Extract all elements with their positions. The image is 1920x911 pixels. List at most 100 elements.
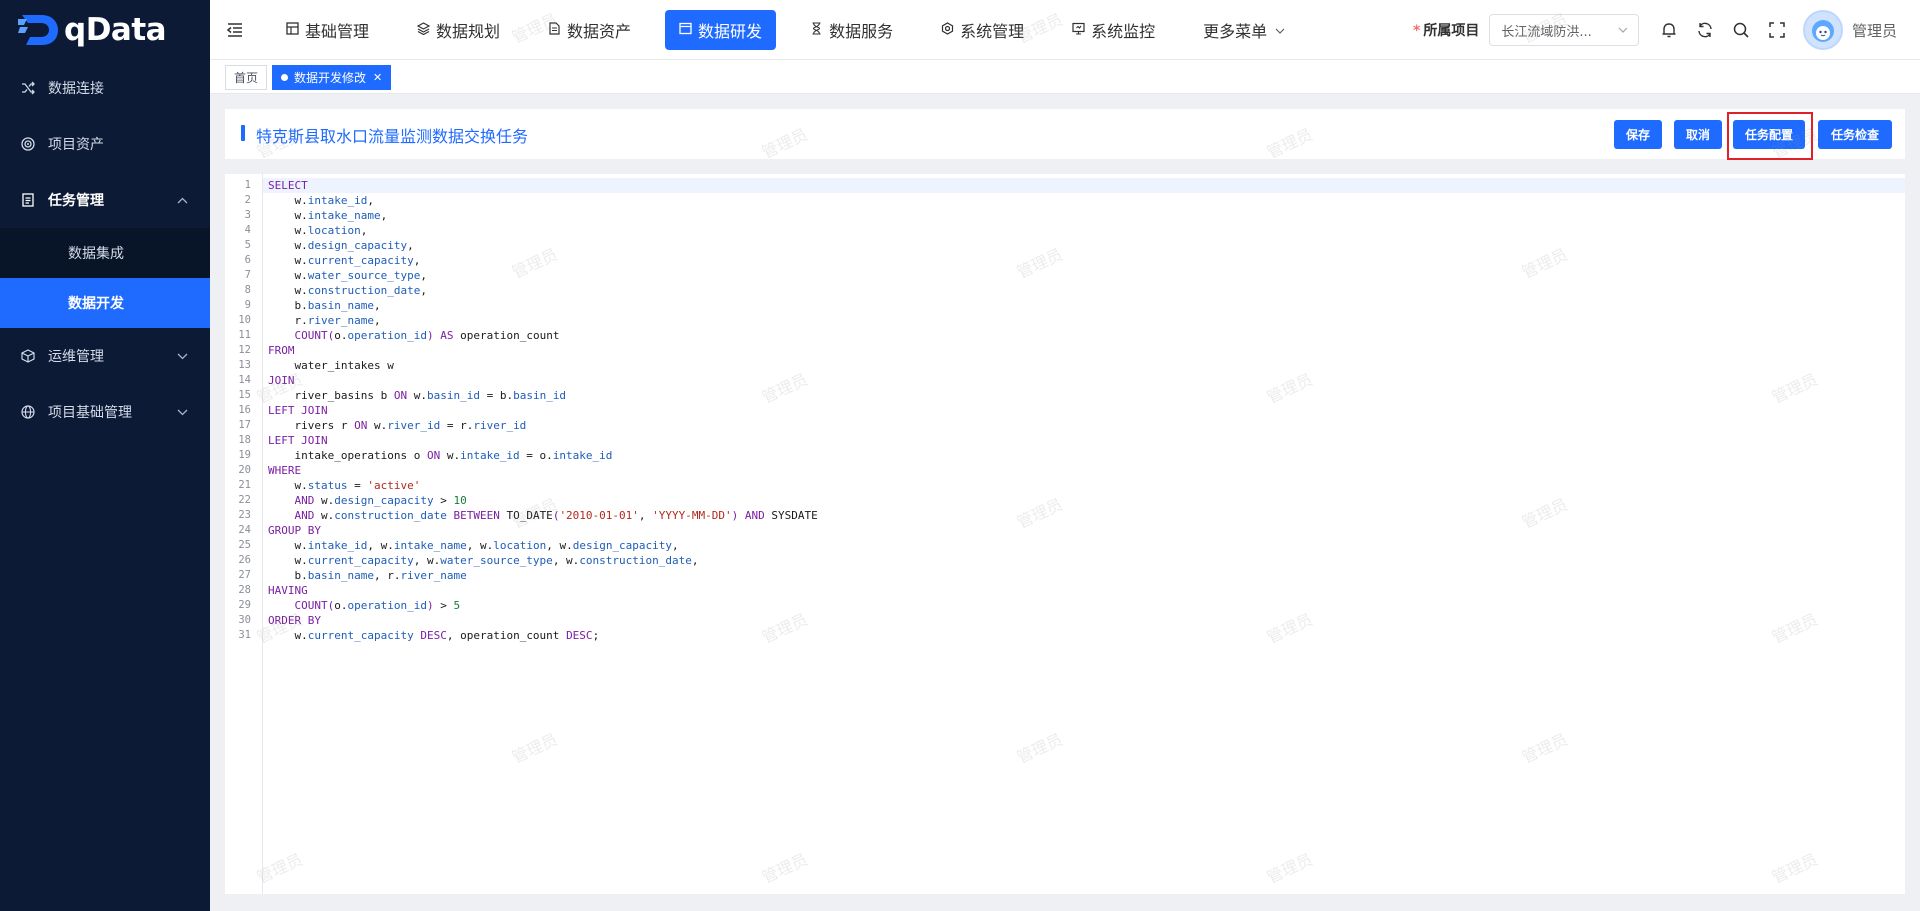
code-lines[interactable]: 1 SELECT 2 w.intake_id, 3 w.intake_name, 4 w… <box>225 178 818 643</box>
code-line[interactable]: 14 JOIN <box>225 373 818 388</box>
refresh-icon[interactable] <box>1693 18 1717 42</box>
topbar: 基础管理 数据规划 数据资产 数据研发 数据服务 系统管理 系统监控 更多菜单 <box>210 0 1920 60</box>
code-line[interactable]: 27 b.basin_name, r.river_name <box>225 568 818 583</box>
nav-system-management[interactable]: 系统管理 <box>927 10 1038 50</box>
code-text: JOIN <box>268 374 295 387</box>
code-text: AND w.construction_date BETWEEN TO_DATE(… <box>294 509 818 522</box>
sidebar-item-data-connection[interactable]: 数据连接 <box>0 60 210 116</box>
code-line[interactable]: 13 water_intakes w <box>225 358 818 373</box>
sidebar-item-project-basics[interactable]: 项目基础管理 <box>0 384 210 440</box>
code-line[interactable]: 5 w.design_capacity, <box>225 238 818 253</box>
code-text: ORDER BY <box>268 614 321 627</box>
qdata-logo-icon <box>18 15 58 45</box>
line-number: 3 <box>244 209 251 221</box>
sidebar-item-data-development[interactable]: 数据开发 <box>0 278 210 328</box>
close-icon[interactable]: ✕ <box>373 71 382 84</box>
tag-data-dev-edit[interactable]: 数据开发修改 ✕ <box>272 65 392 90</box>
menu-collapse-icon[interactable] <box>226 21 244 39</box>
avatar[interactable] <box>1803 10 1843 50</box>
code-line[interactable]: 21 w.status = 'active' <box>225 478 818 493</box>
nav-more-menu[interactable]: 更多菜单 <box>1189 10 1299 50</box>
code-text: w.current_capacity DESC, operation_count… <box>268 629 600 642</box>
sidebar-item-task-management[interactable]: 任务管理 <box>0 172 210 228</box>
chevron-down-icon <box>1618 23 1628 36</box>
code-text: SELECT <box>268 179 308 192</box>
code-line[interactable]: 8 w.construction_date, <box>225 283 818 298</box>
code-line[interactable]: 16 LEFT JOIN <box>225 403 818 418</box>
top-nav: 基础管理 数据规划 数据资产 数据研发 数据服务 系统管理 系统监控 更多菜单 <box>272 10 1319 50</box>
cancel-button[interactable]: 取消 <box>1674 120 1722 149</box>
code-line[interactable]: 24 GROUP BY <box>225 523 818 538</box>
code-line[interactable]: 30 ORDER BY <box>225 613 818 628</box>
code-line[interactable]: 22 AND w.design_capacity > 10 <box>225 493 818 508</box>
hourglass-icon <box>810 21 823 39</box>
code-line[interactable]: 31 w.current_capacity DESC, operation_co… <box>225 628 818 643</box>
code-line[interactable]: 12 FROM <box>225 343 818 358</box>
document-icon <box>20 192 36 208</box>
save-button[interactable]: 保存 <box>1614 120 1662 149</box>
nav-data-planning[interactable]: 数据规划 <box>403 10 514 50</box>
line-number: 22 <box>238 494 251 506</box>
code-line[interactable]: 3 w.intake_name, <box>225 208 818 223</box>
sql-editor[interactable]: 1 SELECT 2 w.intake_id, 3 w.intake_name, 4 w… <box>225 174 1905 894</box>
nav-label: 数据研发 <box>698 22 763 41</box>
project-select[interactable]: 长江流域防洪... <box>1489 14 1640 46</box>
code-line[interactable]: 26 w.current_capacity, w.water_source_ty… <box>225 553 818 568</box>
sidebar-item-ops-management[interactable]: 运维管理 <box>0 328 210 384</box>
code-line[interactable]: 25 w.intake_id, w.intake_name, w.locatio… <box>225 538 818 553</box>
bell-icon[interactable] <box>1657 18 1681 42</box>
code-text: COUNT(o.operation_id) AS operation_count <box>294 329 560 342</box>
sidebar-item-project-assets[interactable]: 项目资产 <box>0 116 210 172</box>
code-line[interactable]: 9 b.basin_name, <box>225 298 818 313</box>
target-icon <box>20 136 36 152</box>
line-number: 27 <box>238 569 251 581</box>
sidebar: qData 数据连接 项目资产 任务管理 数据集成 数据开发 运维管理 项目基础… <box>0 0 210 911</box>
grid-icon <box>286 21 299 39</box>
code-line[interactable]: 28 HAVING <box>225 583 818 598</box>
code-line[interactable]: 6 w.current_capacity, <box>225 253 818 268</box>
code-text: rivers r ON w.river_id = r.river_id <box>268 419 527 432</box>
fullscreen-icon[interactable] <box>1765 18 1789 42</box>
code-text: w.intake_name, <box>268 209 388 222</box>
code-line[interactable]: 10 r.river_name, <box>225 313 818 328</box>
tag-home[interactable]: 首页 <box>225 65 268 90</box>
nav-label: 系统管理 <box>960 22 1025 41</box>
line-number: 8 <box>244 284 251 296</box>
code-line[interactable]: 20 WHERE <box>225 463 818 478</box>
code-line[interactable]: 17 rivers r ON w.river_id = r.river_id <box>225 418 818 433</box>
username[interactable]: 管理员 <box>1852 20 1897 41</box>
task-management-submenu: 数据集成 数据开发 <box>0 228 210 328</box>
nav-system-monitor[interactable]: 系统监控 <box>1058 10 1169 50</box>
code-line[interactable]: 7 w.water_source_type, <box>225 268 818 283</box>
line-number: 26 <box>238 554 251 566</box>
chevron-down-icon <box>1275 24 1285 37</box>
code-text: GROUP BY <box>268 524 321 537</box>
line-number: 29 <box>238 599 251 611</box>
code-line[interactable]: 4 w.location, <box>225 223 818 238</box>
code-line[interactable]: 15 river_basins b ON w.basin_id = b.basi… <box>225 388 818 403</box>
nav-basic-management[interactable]: 基础管理 <box>272 10 383 50</box>
code-text: HAVING <box>268 584 308 597</box>
nav-data-assets[interactable]: 数据资产 <box>534 10 645 50</box>
code-line[interactable]: 29 COUNT(o.operation_id) > 5 <box>225 598 818 613</box>
line-number: 21 <box>238 479 251 491</box>
code-text: COUNT(o.operation_id) > 5 <box>294 599 461 612</box>
code-line[interactable]: 18 LEFT JOIN <box>225 433 818 448</box>
code-line[interactable]: 23 AND w.construction_date BETWEEN TO_DA… <box>225 508 818 523</box>
nav-data-service[interactable]: 数据服务 <box>796 10 907 50</box>
sidebar-item-label: 项目基础管理 <box>48 405 132 421</box>
nav-data-development[interactable]: 数据研发 <box>665 10 777 50</box>
line-number: 2 <box>244 194 251 206</box>
code-line[interactable]: 2 w.intake_id, <box>225 193 818 208</box>
line-number: 13 <box>238 359 251 371</box>
top-icons <box>1657 18 1801 42</box>
code-line[interactable]: 19 intake_operations o ON w.intake_id = … <box>225 448 818 463</box>
task-check-button[interactable]: 任务检查 <box>1818 120 1892 149</box>
code-line[interactable]: 11 COUNT(o.operation_id) AS operation_co… <box>225 328 818 343</box>
line-number: 15 <box>238 389 251 401</box>
chevron-down-icon <box>177 405 188 419</box>
code-text: LEFT JOIN <box>268 434 328 447</box>
search-icon[interactable] <box>1729 18 1753 42</box>
code-line[interactable]: 1 SELECT <box>225 178 818 193</box>
sidebar-item-data-integration[interactable]: 数据集成 <box>0 228 210 278</box>
